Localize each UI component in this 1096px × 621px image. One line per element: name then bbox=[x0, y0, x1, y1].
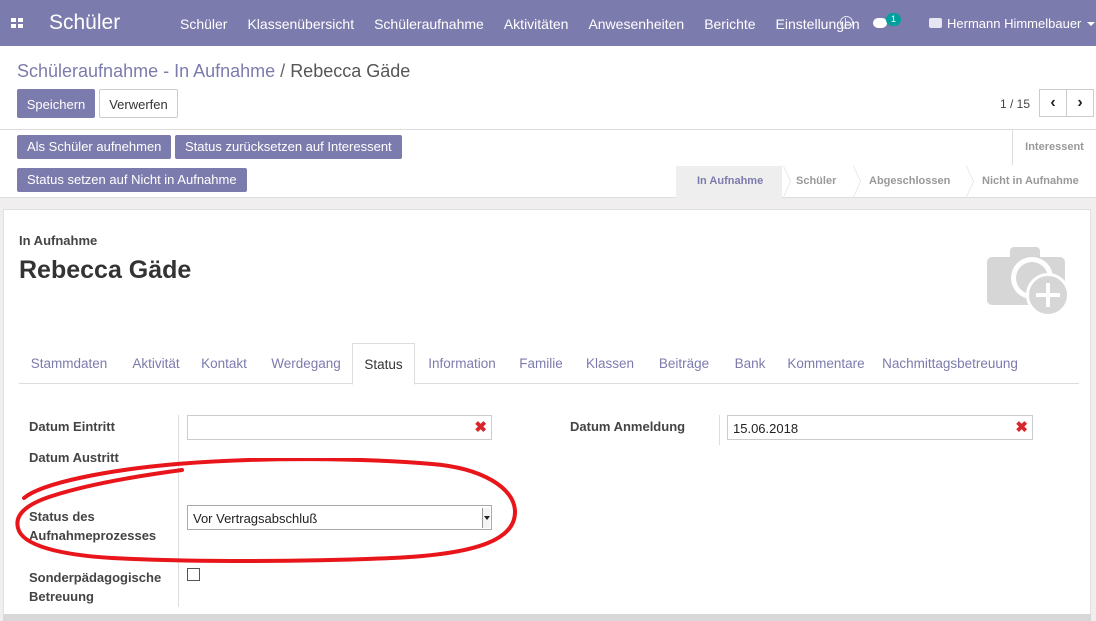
apps-grid-icon[interactable] bbox=[11, 18, 23, 28]
label-status-line-2: Aufnahmeprozesses bbox=[29, 528, 157, 543]
label-sonderpaedagogische-betreuung: Sonderpädagogische Betreuung bbox=[29, 568, 161, 606]
main-menu: Schüler Klassenübersicht Schüleraufnahme… bbox=[170, 0, 870, 46]
datum-anmeldung-input[interactable]: 15.06.2018 ✖ bbox=[727, 415, 1033, 440]
stage-chevron bbox=[776, 166, 788, 198]
tab-klassen[interactable]: Klassen bbox=[577, 343, 643, 384]
breadcrumb-link[interactable]: Schüleraufnahme - In Aufnahme bbox=[17, 61, 275, 81]
stage-interessent[interactable]: Interessent bbox=[1012, 130, 1096, 165]
stage-chevron bbox=[846, 166, 858, 198]
datum-anmeldung-value: 15.06.2018 bbox=[733, 421, 799, 436]
breadcrumb-current: Rebecca Gäde bbox=[290, 61, 411, 81]
statusbar: Als Schüler aufnehmen Status zurücksetze… bbox=[0, 130, 1096, 198]
add-photo-icon[interactable] bbox=[984, 245, 1070, 320]
clear-date-icon[interactable]: ✖ bbox=[1015, 416, 1028, 440]
sonderpaedagogische-checkbox[interactable] bbox=[187, 568, 200, 581]
menu-item-einstellungen[interactable]: Einstellungen bbox=[766, 0, 870, 46]
top-navbar: Schüler Schüler Klassenübersicht Schüler… bbox=[0, 0, 1096, 46]
menu-item-aktivitaeten[interactable]: Aktivitäten bbox=[494, 0, 579, 46]
tab-stammdaten[interactable]: Stammdaten bbox=[19, 343, 119, 384]
menu-item-klassenuebersicht[interactable]: Klassenübersicht bbox=[237, 0, 364, 46]
user-camera-icon[interactable] bbox=[929, 18, 942, 28]
notebook-tabs: Stammdaten Aktivität Kontakt Werdegang S… bbox=[19, 343, 1079, 385]
horizontal-scrollbar[interactable] bbox=[3, 614, 1091, 621]
app-title: Schüler bbox=[49, 11, 121, 34]
record-name: Rebecca Gäde bbox=[19, 256, 192, 284]
chat-bubble-icon[interactable] bbox=[873, 18, 887, 28]
pager-next-button[interactable]: › bbox=[1066, 89, 1094, 117]
tab-nachmittagsbetreuung[interactable]: Nachmittagsbetreuung bbox=[875, 343, 1025, 384]
set-not-admitted-button[interactable]: Status setzen auf Nicht in Aufnahme bbox=[17, 168, 247, 192]
accept-as-student-button[interactable]: Als Schüler aufnehmen bbox=[17, 135, 172, 159]
label-sonder-line-1: Sonderpädagogische bbox=[29, 570, 162, 585]
menu-item-anwesenheiten[interactable]: Anwesenheiten bbox=[578, 0, 694, 46]
save-button[interactable]: Speichern bbox=[17, 89, 95, 118]
menu-item-schueleraufnahme[interactable]: Schüleraufnahme bbox=[364, 0, 494, 46]
chevron-down-icon[interactable] bbox=[1087, 22, 1095, 26]
breadcrumb: Schüleraufnahme - In Aufnahme / Rebecca Gä… bbox=[17, 61, 410, 82]
pager-value[interactable]: 1 / 15 bbox=[1000, 97, 1030, 111]
label-datum-austritt: Datum Austritt bbox=[29, 450, 119, 465]
control-panel: Schüleraufnahme - In Aufnahme / Rebecca Gä… bbox=[0, 46, 1096, 130]
menu-item-berichte[interactable]: Berichte bbox=[694, 0, 765, 46]
label-sonder-line-2: Betreuung bbox=[29, 589, 94, 604]
stage-nicht-in-aufnahme[interactable]: Nicht in Aufnahme bbox=[982, 166, 1079, 198]
tab-beitraege[interactable]: Beiträge bbox=[647, 343, 721, 384]
stage-chevron bbox=[959, 166, 971, 198]
status-aufnahmeprozess-select[interactable]: Vor Vertragsabschluß bbox=[187, 505, 492, 530]
discard-button[interactable]: Verwerfen bbox=[99, 89, 178, 118]
tab-kommentare[interactable]: Kommentare bbox=[779, 343, 873, 384]
stage-abgeschlossen[interactable]: Abgeschlossen bbox=[869, 166, 950, 198]
tab-bank[interactable]: Bank bbox=[723, 343, 777, 384]
stage-in-aufnahme[interactable]: In Aufnahme bbox=[676, 166, 782, 198]
label-status-line-1: Status des bbox=[29, 509, 95, 524]
tab-information[interactable]: Information bbox=[417, 343, 507, 384]
status-aufnahmeprozess-value: Vor Vertragsabschluß bbox=[193, 511, 318, 526]
label-datum-eintritt: Datum Eintritt bbox=[29, 419, 115, 434]
menu-item-schueler[interactable]: Schüler bbox=[170, 0, 237, 46]
label-datum-anmeldung: Datum Anmeldung bbox=[570, 419, 686, 434]
stage-schueler[interactable]: Schüler bbox=[796, 166, 836, 198]
record-status-label: In Aufnahme bbox=[19, 233, 98, 248]
tab-status[interactable]: Status bbox=[352, 343, 415, 385]
label-status-aufnahmeprozess: Status des Aufnahmeprozesses bbox=[29, 507, 156, 545]
form-sheet: In Aufnahme Rebecca Gäde Stammdaten Akti… bbox=[3, 209, 1091, 621]
dropdown-arrow-icon[interactable] bbox=[482, 508, 490, 528]
field-separator bbox=[719, 415, 720, 445]
tab-kontakt[interactable]: Kontakt bbox=[193, 343, 255, 384]
datum-eintritt-input[interactable]: ✖ bbox=[187, 415, 492, 440]
reset-to-interessent-button[interactable]: Status zurücksetzen auf Interessent bbox=[175, 135, 402, 159]
message-count-badge: 1 bbox=[886, 13, 901, 26]
tab-aktivitaet[interactable]: Aktivität bbox=[121, 343, 191, 384]
field-separator bbox=[178, 415, 179, 607]
clear-date-icon[interactable]: ✖ bbox=[474, 416, 487, 440]
breadcrumb-separator: / bbox=[280, 61, 286, 81]
pager-previous-button[interactable]: ‹ bbox=[1039, 89, 1067, 117]
user-menu[interactable]: Hermann Himmelbauer bbox=[947, 16, 1081, 31]
activity-clock-icon[interactable] bbox=[840, 16, 853, 29]
tab-familie[interactable]: Familie bbox=[509, 343, 573, 384]
tab-werdegang[interactable]: Werdegang bbox=[259, 343, 353, 384]
